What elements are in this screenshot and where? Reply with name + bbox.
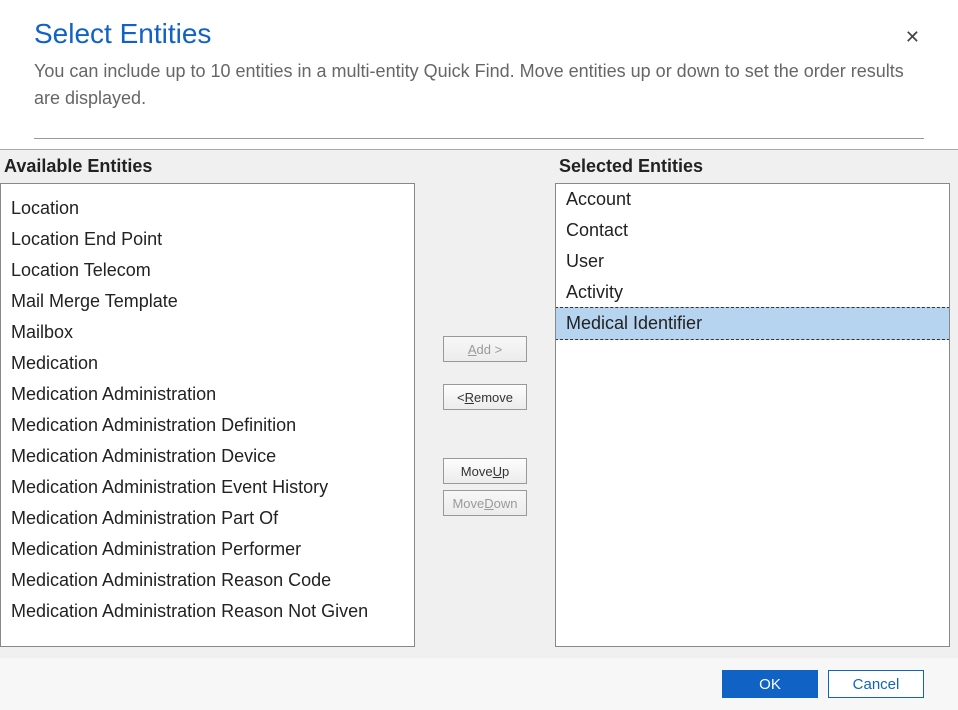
remove-button[interactable]: < Remove [443, 384, 527, 410]
list-item[interactable]: Medical Identifier [555, 307, 950, 340]
list-item[interactable]: Mail Merge Template [1, 286, 414, 317]
list-item[interactable]: Mailbox [1, 317, 414, 348]
available-entities-label: Available Entities [0, 150, 415, 183]
selected-entities-label: Selected Entities [555, 150, 950, 183]
list-item[interactable]: Link [1, 183, 414, 193]
list-item[interactable]: Activity [556, 277, 949, 308]
list-item[interactable]: Medication Administration Device [1, 441, 414, 472]
list-item[interactable]: Location [1, 193, 414, 224]
list-item[interactable]: Medication Administration Reason Code [1, 565, 414, 596]
available-entities-listbox[interactable]: LinkLocationLocation End PointLocation T… [0, 183, 415, 647]
list-item[interactable]: Account [556, 184, 949, 215]
list-item[interactable]: User [556, 246, 949, 277]
dialog-subtitle: You can include up to 10 entities in a m… [34, 58, 924, 112]
list-item[interactable]: Medication Administration Definition [1, 410, 414, 441]
move-up-button[interactable]: Move Up [443, 458, 527, 484]
move-down-button[interactable]: Move Down [443, 490, 527, 516]
list-item[interactable]: Contact [556, 215, 949, 246]
cancel-button[interactable]: Cancel [828, 670, 924, 698]
list-item[interactable]: Medication Administration Reason Not Giv… [1, 596, 414, 627]
header-divider [34, 138, 924, 139]
list-item[interactable]: Medication Administration Performer [1, 534, 414, 565]
ok-button[interactable]: OK [722, 670, 818, 698]
selected-entities-listbox[interactable]: AccountContactUserActivityMedical Identi… [555, 183, 950, 647]
list-item[interactable]: Location Telecom [1, 255, 414, 286]
close-icon[interactable]: ✕ [905, 28, 920, 46]
list-item[interactable]: Medication [1, 348, 414, 379]
add-button[interactable]: Add > [443, 336, 527, 362]
list-item[interactable]: Medication Administration Part Of [1, 503, 414, 534]
list-item[interactable]: Medication Administration [1, 379, 414, 410]
list-item[interactable]: Medication Administration Event History [1, 472, 414, 503]
list-item[interactable]: Location End Point [1, 224, 414, 255]
dialog-title: Select Entities [34, 18, 924, 50]
